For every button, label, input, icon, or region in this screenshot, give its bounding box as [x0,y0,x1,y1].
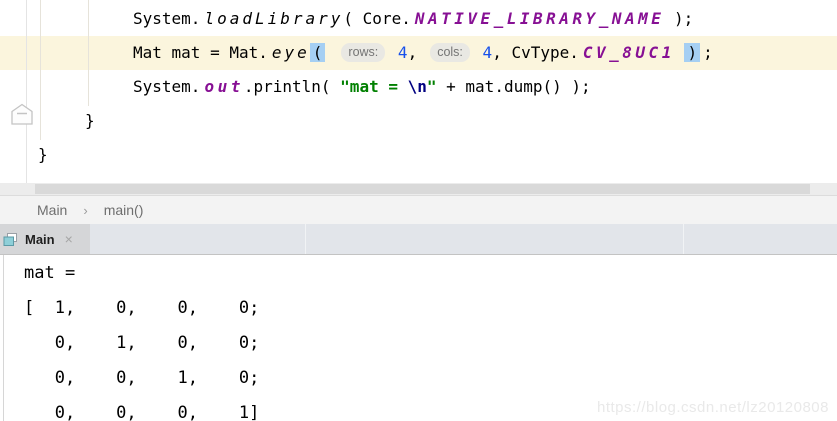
console-line: mat = [24,263,86,283]
console-left-border [3,255,4,421]
code-editor[interactable]: System. loadLibrary( Core. NATIVE_LIBRARY_… [0,0,837,183]
horizontal-scrollbar[interactable] [0,183,837,195]
tabbar-separator [683,224,684,254]
run-console[interactable]: mat = [ 1, 0, 0, 0; 0, 1, 0, 0; 0, 0, 1,… [0,255,837,421]
code-token: eye [271,43,310,62]
code-token: , CvType. [492,43,579,62]
watermark: https://blog.csdn.net/lz20120808 [597,399,829,416]
code-token: .println( [243,77,341,96]
close-icon[interactable]: × [65,232,73,246]
code-token: \n [407,77,427,96]
code-token: ); [664,9,694,28]
code-line[interactable]: Mat mat = Mat. eye(rows: 4, cols: 4, CvTyp… [0,36,837,70]
console-line: [ 1, 0, 0, 0; [24,298,260,318]
breadcrumb: Main › main() [0,195,837,224]
chevron-right-icon: › [83,202,88,218]
code-token: System. [133,77,201,96]
code-token: ; [703,43,713,62]
parameter-hint: cols: [430,43,470,62]
code-token: } [38,145,48,164]
run-toolwindow-tabbar: Main × [0,224,837,255]
code-line[interactable]: System. out.println( "mat = \n" + mat.dum… [0,70,837,104]
code-token: + mat.dump() ); [436,77,591,96]
console-output: mat = [ 1, 0, 0, 0; 0, 1, 0, 0; 0, 0, 1,… [0,255,837,421]
parameter-hint: rows: [341,43,386,62]
code-token: ) [684,43,701,62]
ide-window: System. loadLibrary( Core. NATIVE_LIBRARY_… [0,0,837,421]
console-tab-icon [3,232,17,246]
code-token: loadLibrary [204,9,344,28]
code-token: } [85,111,95,130]
code-token: "mat = [340,77,408,96]
code-token: out [204,77,244,96]
tab-main-console[interactable]: Main × [0,224,90,254]
code-token: Mat mat = Mat. [133,43,268,62]
code-token: ( [309,43,326,62]
fold-marker-icon[interactable] [10,103,34,126]
code-token: 4 [397,43,408,62]
scrollbar-thumb[interactable] [35,184,810,194]
code-lines: System. loadLibrary( Core. NATIVE_LIBRARY_… [0,2,837,172]
indent-guide [40,0,41,140]
tabbar-separator [305,224,306,254]
tab-label: Main [25,231,55,247]
code-token: CV_8UC1 [582,43,675,62]
code-token: System. [133,9,201,28]
breadcrumb-item-class[interactable]: Main [37,202,67,218]
code-token: NATIVE_LIBRARY_NAME [414,9,665,28]
code-line[interactable]: } [0,104,837,138]
indent-guide [88,0,89,106]
breadcrumb-item-method[interactable]: main() [104,202,144,218]
code-token: 4 [482,43,493,62]
code-line[interactable]: System. loadLibrary( Core. NATIVE_LIBRARY_… [0,2,837,36]
code-line[interactable]: } [0,138,837,172]
console-line: 0, 1, 0, 0; [24,333,260,353]
code-token: ( Core. [343,9,411,28]
code-token: , [407,43,418,62]
code-token: " [426,77,437,96]
gutter-separator [26,0,27,183]
console-line: 0, 0, 1, 0; [24,368,260,388]
